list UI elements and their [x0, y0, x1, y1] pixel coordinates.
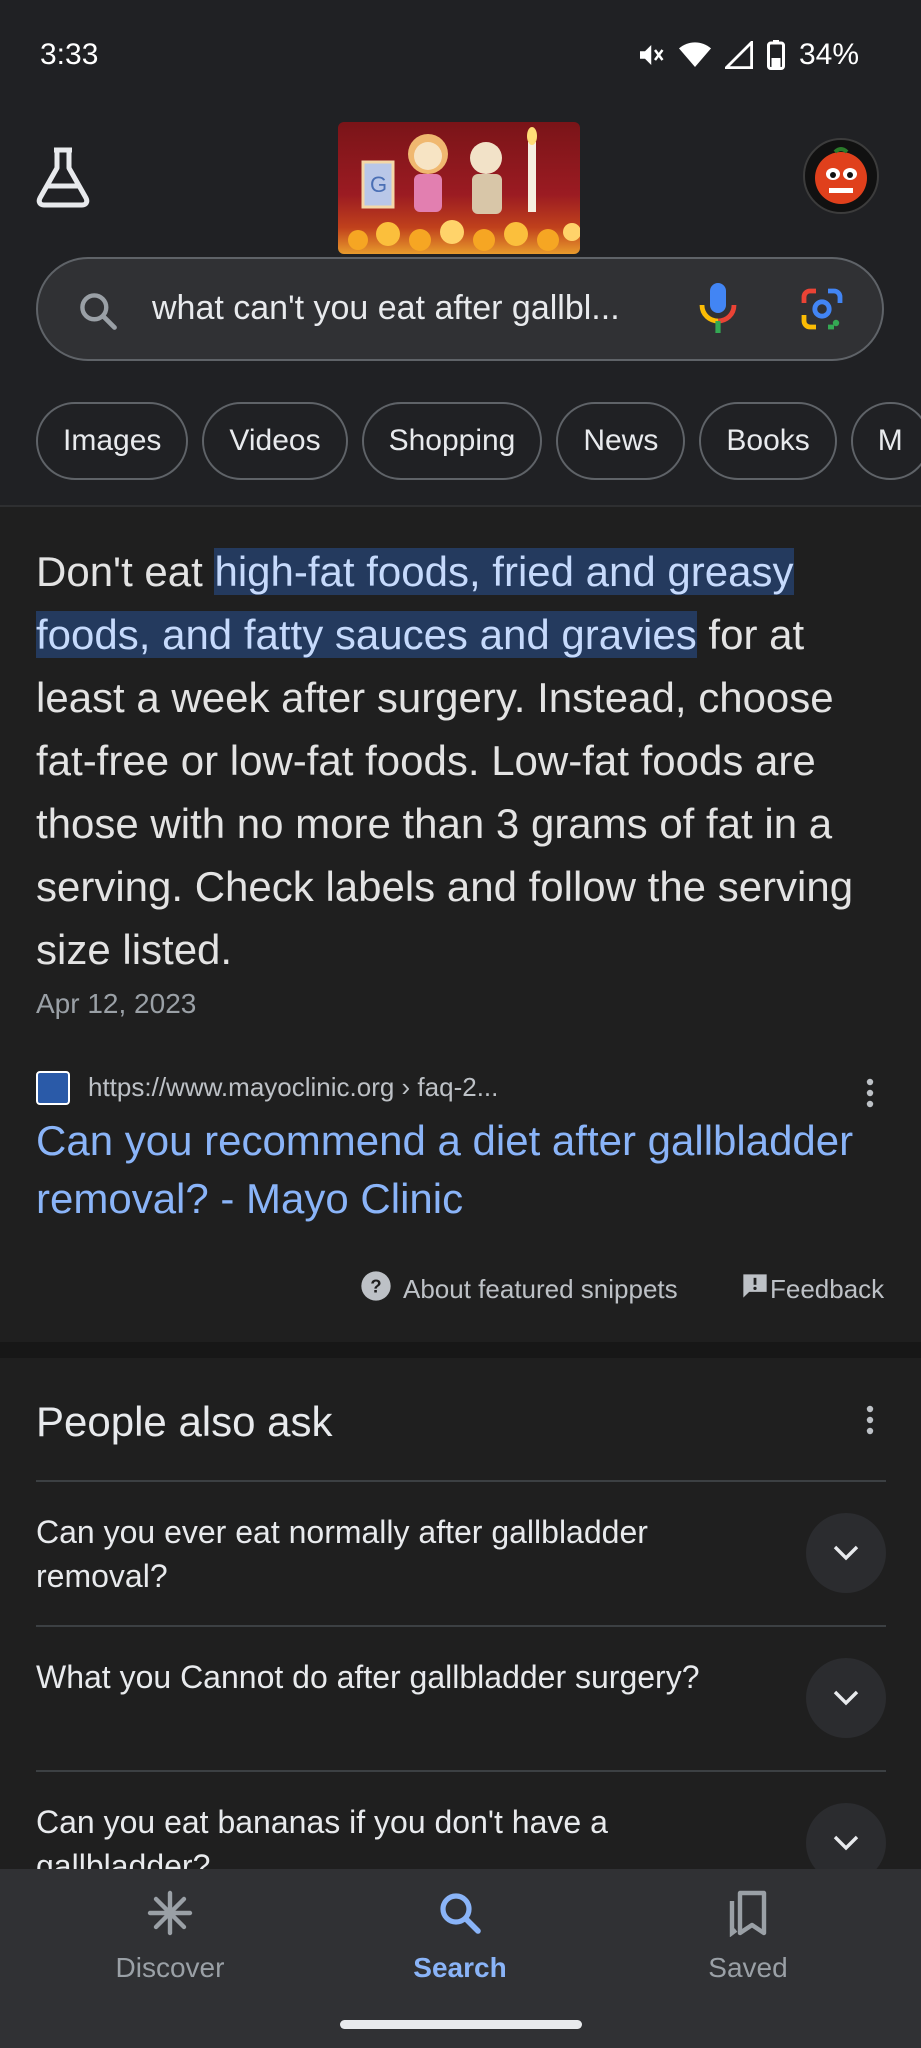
search-icon: [440, 1893, 481, 1934]
chip-videos[interactable]: Videos: [202, 402, 348, 480]
search-icon: [76, 289, 120, 338]
expand-button[interactable]: [806, 1658, 886, 1738]
chip-news[interactable]: News: [556, 402, 686, 480]
people-also-ask-list: Can you ever eat normally after gallblad…: [36, 1480, 886, 1915]
battery-icon: [766, 40, 785, 70]
chevron-down-icon: [833, 1545, 859, 1561]
chevron-down-icon: [833, 1690, 859, 1706]
mute-icon: [635, 40, 665, 70]
nav-search[interactable]: Search: [360, 1889, 560, 1984]
search-header: G what can't you eat after gallbl...: [0, 112, 921, 402]
account-avatar[interactable]: [803, 138, 879, 214]
more-options-icon[interactable]: [866, 1405, 874, 1440]
nav-discover[interactable]: Discover: [70, 1889, 270, 1984]
about-featured-snippets-link[interactable]: About featured snippets: [403, 1274, 678, 1305]
nav-saved[interactable]: Saved: [648, 1889, 848, 1984]
signal-icon: [724, 41, 753, 69]
snippet-date: Apr 12, 2023: [36, 988, 197, 1019]
result-title-link[interactable]: Can you recommend a diet after gallbladd…: [36, 1112, 856, 1228]
paa-question: Can you ever eat normally after gallblad…: [36, 1514, 648, 1594]
search-input[interactable]: what can't you eat after gallbl...: [36, 257, 884, 361]
bookmark-icon: [729, 1890, 767, 1938]
snippet-lead: Don't eat: [36, 548, 215, 595]
status-icons: 34%: [635, 38, 859, 72]
feedback-link[interactable]: Feedback: [770, 1274, 884, 1305]
home-gesture-handle[interactable]: [340, 2020, 582, 2029]
snippet-footer: ? About featured snippets Feedback: [0, 1270, 921, 1310]
expand-button[interactable]: [806, 1513, 886, 1593]
nav-search-label: Search: [413, 1952, 507, 1983]
source-url[interactable]: https://www.mayoclinic.org › faq-2...: [88, 1072, 498, 1103]
featured-snippet-text: Don't eat high-fat foods, fried and grea…: [36, 540, 886, 981]
battery-percent: 34%: [798, 38, 859, 71]
mic-icon[interactable]: [698, 281, 738, 342]
google-lens-icon[interactable]: [798, 285, 846, 338]
mayo-clinic-favicon: [36, 1071, 70, 1105]
paa-question-item[interactable]: Can you ever eat normally after gallblad…: [36, 1480, 886, 1625]
nav-saved-label: Saved: [708, 1952, 788, 1983]
help-icon[interactable]: ?: [360, 1270, 392, 1307]
labs-flask-icon[interactable]: [34, 146, 92, 208]
chip-more[interactable]: M: [850, 402, 921, 480]
header-divider: [0, 505, 921, 507]
chip-shopping[interactable]: Shopping: [361, 402, 543, 480]
chip-books[interactable]: Books: [699, 402, 837, 480]
paa-question-item[interactable]: What you Cannot do after gallbladder sur…: [36, 1625, 886, 1770]
chip-images[interactable]: Images: [36, 402, 189, 480]
people-also-ask-title: People also ask: [36, 1398, 333, 1445]
feedback-icon[interactable]: [741, 1272, 769, 1305]
more-options-icon[interactable]: [866, 1078, 874, 1113]
asterisk-icon: [147, 1890, 193, 1936]
section-separator: [0, 1342, 921, 1358]
google-doodle[interactable]: G: [338, 122, 580, 254]
search-filter-chips: Images Videos Shopping News Books M: [0, 402, 921, 506]
status-time: 3:33: [40, 38, 99, 71]
svg-text:G: G: [370, 172, 387, 197]
paa-question: What you Cannot do after gallbladder sur…: [36, 1659, 700, 1695]
svg-text:?: ?: [370, 1276, 381, 1297]
status-bar: 3:33 34%: [0, 0, 921, 112]
snippet-rest: for at least a week after surgery. Inste…: [36, 611, 854, 973]
chevron-down-icon: [833, 1835, 859, 1851]
search-query[interactable]: what can't you eat after gallbl...: [152, 289, 692, 328]
nav-discover-label: Discover: [115, 1952, 225, 1983]
wifi-icon: [678, 41, 711, 69]
